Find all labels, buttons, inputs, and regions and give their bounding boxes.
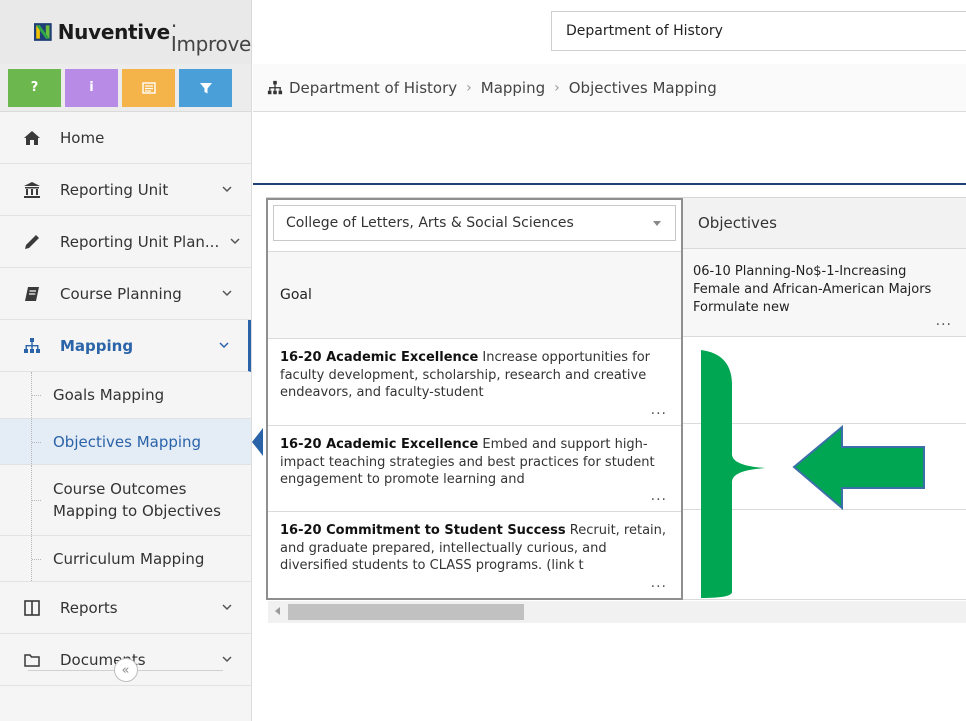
sidebar-item-label: Course Planning bbox=[60, 284, 182, 303]
goal-header-label: Goal bbox=[280, 287, 312, 303]
college-selector[interactable]: College of Letters, Arts & Social Scienc… bbox=[273, 205, 676, 241]
brand-logo[interactable]: Nuventive . Improve bbox=[0, 0, 252, 64]
sidebar-collapse-row: « bbox=[0, 650, 251, 690]
more-options-button[interactable]: ... bbox=[647, 574, 667, 592]
sidebar-subitem-label: Goals Mapping bbox=[53, 386, 165, 404]
brand-name: Nuventive bbox=[57, 20, 170, 44]
sidebar-item-reporting-unit[interactable]: Reporting Unit bbox=[0, 164, 251, 216]
chevron-down-icon bbox=[222, 186, 232, 193]
info-button[interactable]: i bbox=[65, 68, 118, 107]
chevron-down-icon bbox=[230, 238, 240, 245]
goal-row[interactable]: 16-20 Academic Excellence Increase oppor… bbox=[268, 339, 681, 426]
institution-icon bbox=[22, 180, 42, 200]
sidebar: ? i Home Reporting Unit Reporting Unit P… bbox=[0, 64, 263, 721]
notes-icon bbox=[141, 81, 156, 94]
objectives-header-label: Objectives bbox=[698, 214, 777, 232]
chevron-down-icon bbox=[222, 290, 232, 297]
objective-column-header[interactable]: 06-10 Planning-No$-1-Increasing Female a… bbox=[683, 249, 966, 337]
more-options-button[interactable]: ... bbox=[647, 487, 667, 505]
sidebar-item-course-planning[interactable]: Course Planning bbox=[0, 268, 251, 320]
breadcrumb-item-objectives-mapping: Objectives Mapping bbox=[568, 78, 717, 97]
chevron-down-icon bbox=[219, 342, 229, 349]
double-chevron-left-icon: « bbox=[121, 662, 130, 678]
sitemap-icon bbox=[267, 80, 283, 94]
notes-button[interactable] bbox=[122, 68, 175, 107]
sidebar-item-home[interactable]: Home bbox=[0, 112, 251, 164]
sidebar-item-label: Reporting Unit Plan... bbox=[60, 232, 220, 251]
sidebar-item-label: Home bbox=[60, 128, 105, 147]
goal-column-header: Goal bbox=[268, 251, 681, 339]
sidebar-toolbar: ? i bbox=[0, 64, 251, 112]
scroll-left-icon[interactable] bbox=[275, 607, 280, 615]
sidebar-subitem-label: Course Outcomes Mapping to Objectives bbox=[53, 480, 221, 520]
more-options-button[interactable]: ... bbox=[932, 312, 952, 330]
scrollbar-thumb[interactable] bbox=[288, 604, 524, 620]
breadcrumb-item-department[interactable]: Department of History bbox=[289, 79, 457, 97]
help-button[interactable]: ? bbox=[8, 68, 61, 107]
collapse-sidebar-button[interactable]: « bbox=[113, 658, 138, 682]
book-icon bbox=[22, 284, 42, 304]
breadcrumb-separator: › bbox=[554, 79, 560, 96]
sidebar-subitem-goals-mapping[interactable]: Goals Mapping bbox=[0, 372, 251, 419]
college-selector-value: College of Letters, Arts & Social Scienc… bbox=[286, 215, 574, 231]
columns-icon bbox=[22, 598, 42, 618]
sidebar-item-label: Reporting Unit bbox=[60, 180, 169, 199]
info-icon: i bbox=[89, 80, 94, 95]
objective-description: Formulate new bbox=[693, 300, 790, 315]
goal-row[interactable]: 16-20 Academic Excellence Embed and supp… bbox=[268, 426, 681, 512]
goal-row[interactable]: 16-20 Commitment to Student Success Recr… bbox=[268, 512, 681, 598]
pencil-icon bbox=[22, 232, 42, 252]
goal-title: 16-20 Academic Excellence bbox=[280, 437, 479, 452]
objective-title: 06-10 Planning-No$-1-Increasing Female a… bbox=[693, 264, 932, 297]
sidebar-subitem-curriculum-mapping[interactable]: Curriculum Mapping bbox=[0, 536, 251, 582]
sitemap-icon bbox=[22, 336, 42, 356]
nuventive-logo-icon bbox=[34, 23, 52, 41]
top-header: Nuventive . Improve Department of Histor… bbox=[0, 0, 966, 64]
sidebar-item-reporting-unit-planning[interactable]: Reporting Unit Plan... bbox=[0, 216, 251, 268]
more-options-button[interactable]: ... bbox=[647, 401, 667, 419]
green-arrow-annotation bbox=[792, 424, 925, 511]
sidebar-item-mapping[interactable]: Mapping bbox=[0, 320, 251, 372]
sidebar-subitem-label: Curriculum Mapping bbox=[53, 549, 205, 568]
goal-column: College of Letters, Arts & Social Scienc… bbox=[266, 198, 683, 600]
question-icon: ? bbox=[30, 80, 39, 95]
filter-icon bbox=[199, 82, 212, 93]
sidebar-subitem-course-outcomes-mapping[interactable]: Course Outcomes Mapping to Objectives bbox=[0, 465, 251, 536]
filter-button[interactable] bbox=[179, 68, 232, 107]
sidebar-item-label: Mapping bbox=[60, 336, 134, 355]
goal-title: 16-20 Academic Excellence bbox=[280, 350, 479, 365]
goal-title: 16-20 Commitment to Student Success bbox=[280, 523, 566, 538]
brand-product: . Improve bbox=[170, 8, 251, 56]
sidebar-subitem-objectives-mapping[interactable]: Objectives Mapping bbox=[0, 419, 263, 465]
caret-down-icon bbox=[653, 221, 661, 226]
reporting-unit-selector[interactable]: Department of History bbox=[551, 11, 966, 51]
selection-marker bbox=[252, 427, 263, 456]
sidebar-item-reports[interactable]: Reports bbox=[0, 582, 251, 634]
breadcrumb-separator: › bbox=[466, 79, 472, 96]
home-icon bbox=[22, 128, 42, 148]
section-divider bbox=[253, 183, 966, 185]
objectives-header: Objectives bbox=[683, 198, 966, 249]
breadcrumb-item-mapping[interactable]: Mapping bbox=[481, 79, 545, 97]
breadcrumb: Department of History › Mapping › Object… bbox=[253, 64, 966, 112]
sidebar-item-label: Reports bbox=[60, 598, 118, 617]
horizontal-scrollbar[interactable] bbox=[268, 601, 966, 623]
chevron-down-icon bbox=[222, 604, 232, 611]
sidebar-subitem-label: Objectives Mapping bbox=[53, 432, 202, 451]
reporting-unit-selector-value: Department of History bbox=[566, 23, 723, 39]
